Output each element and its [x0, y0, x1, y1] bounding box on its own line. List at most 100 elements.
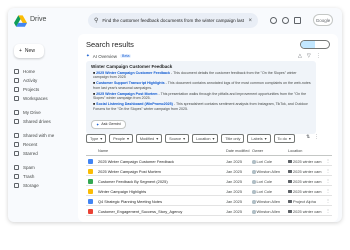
file-location: 2025 winter cam	[288, 209, 322, 214]
sidebar-item-my-drive[interactable]: My Drive	[14, 108, 41, 116]
more-icon[interactable]: ⋮	[326, 188, 330, 193]
filter-chip-modified[interactable]: Modified ▾	[135, 134, 163, 143]
doc-icon: ■	[93, 71, 96, 75]
sidebar-item-activity[interactable]: Activity	[14, 76, 37, 84]
folder-icon	[288, 160, 292, 164]
filter-chip-to-do[interactable]: To do ▾	[273, 134, 295, 143]
account-button[interactable]: Google	[313, 14, 333, 26]
column-owner[interactable]: Owner	[252, 149, 263, 153]
new-button[interactable]: + New	[14, 44, 44, 58]
table-row[interactable]: Customer_Engagement_Success_Story_Agency…	[86, 206, 332, 216]
filter-chip-people[interactable]: People ▾	[109, 134, 133, 143]
view-toggle[interactable]	[300, 40, 330, 49]
more-icon[interactable]: ⋮	[316, 53, 321, 59]
thumbs-down-icon[interactable]: ▽	[307, 53, 311, 59]
file-location: 2025 winter cam	[288, 179, 322, 184]
summary-doc-link[interactable]: Social Listening Dashboard (WinPromo2025…	[96, 102, 173, 106]
ask-gemini-button[interactable]: ✦ Ask Gemini	[91, 119, 126, 129]
more-icon[interactable]: ⋮	[326, 208, 330, 213]
new-label: New	[24, 48, 35, 54]
chevron-down-icon: ▾	[212, 137, 215, 141]
search-bar[interactable]: ⚲ Find the customer feedback documents f…	[88, 13, 258, 28]
filter-chip-location[interactable]: Location ▾	[192, 134, 219, 143]
chevron-down-icon: ▾	[264, 137, 267, 141]
column-date-modified[interactable]: Date modified	[226, 149, 249, 153]
summary-doc-link[interactable]: 2025 Winter Campaign Customer Feedback	[96, 71, 170, 75]
close-icon[interactable]: ×	[248, 18, 252, 24]
file-owner: Winston Allen	[252, 199, 280, 204]
table-header: Name Date modified Owner Location	[86, 148, 332, 156]
sidebar-item-spam[interactable]: Spam	[14, 163, 35, 171]
cloud-icon	[14, 182, 19, 188]
filter-chip-labels[interactable]: Labels ▾	[247, 134, 271, 143]
file-icon	[88, 188, 93, 194]
my-drive-icon	[14, 109, 19, 115]
doc-icon: ■	[93, 102, 96, 107]
folder-icon	[288, 170, 292, 174]
file-icon	[88, 198, 93, 204]
file-location: 2025 winter cam	[288, 169, 322, 174]
sidebar-item-starred[interactable]: Starred	[14, 149, 38, 157]
summary-item: ■Social Listening Dashboard (WinPromo202…	[93, 102, 308, 111]
thumbs-up-icon[interactable]: △	[298, 53, 302, 59]
sidebar-item-projects[interactable]: Projects	[14, 85, 39, 93]
file-owner: Winston Allen	[252, 209, 280, 214]
shared-icon	[14, 132, 19, 138]
file-date: Jan 2025	[226, 169, 243, 174]
table-row[interactable]: 2025 Winter Campaign Post Mortem Jan 202…	[86, 166, 332, 176]
sidebar-item-storage[interactable]: Storage	[14, 181, 39, 189]
more-icon[interactable]: ⋮	[326, 158, 330, 163]
sidebar-item-shared-with-me[interactable]: Shared with me	[14, 131, 54, 139]
sidebar-item-shared-drives[interactable]: Shared drives	[14, 117, 51, 125]
column-location[interactable]: Location	[288, 149, 302, 153]
file-icon	[88, 168, 93, 174]
file-location: 2025 winter cam	[288, 159, 322, 164]
apps-icon[interactable]	[294, 17, 301, 24]
avatar	[252, 170, 256, 174]
summary-doc-link[interactable]: Customer Support Transcript Highlights	[96, 81, 165, 85]
sort-icon[interactable]: ⇅	[306, 134, 310, 140]
folder-icon	[288, 180, 292, 184]
folder-icon	[288, 210, 292, 214]
filter-chip-source[interactable]: Source ▾	[165, 134, 190, 143]
sidebar-item-trash[interactable]: Trash	[14, 172, 34, 180]
search-results-panel: Search results ✦ AI Overview Beta △ ▽ ⋮ …	[78, 34, 338, 222]
file-name: Winter Campaign Highlights	[98, 189, 147, 194]
more-icon[interactable]: ⋮	[314, 134, 319, 140]
column-name[interactable]: Name	[98, 149, 108, 153]
sidebar-item-workspaces[interactable]: Workspaces	[14, 94, 48, 102]
filter-chip-title-only[interactable]: Title only	[221, 134, 245, 143]
sidebar-item-recent[interactable]: Recent	[14, 140, 37, 148]
projects-icon	[14, 86, 19, 92]
file-name: Q4 Strategic Planning Meeting Notes	[98, 199, 163, 204]
file-date: Jan 2025	[226, 209, 243, 214]
trash-icon	[14, 173, 19, 179]
avatar	[252, 200, 256, 204]
more-icon[interactable]: ⋮	[326, 168, 330, 173]
table-row[interactable]: 2025 Winter Campaign Customer Feedback J…	[86, 156, 332, 166]
help-icon[interactable]	[270, 17, 277, 24]
sidebar-item-home[interactable]: Home	[14, 67, 35, 75]
google-label: Google	[315, 17, 331, 23]
search-input[interactable]: Find the customer feedback documents fro…	[102, 18, 244, 23]
grid-view-icon[interactable]	[315, 41, 329, 48]
ai-overview-label: AI Overview	[92, 53, 118, 59]
table-row[interactable]: Customer Feedback By Segment (2025) Jan …	[86, 176, 332, 186]
more-icon[interactable]: ⋮	[326, 198, 330, 203]
table-row[interactable]: Q4 Strategic Planning Meeting Notes Jan …	[86, 196, 332, 206]
list-view-icon[interactable]	[301, 41, 315, 48]
avatar	[252, 160, 256, 164]
ai-overview-header: ✦ AI Overview Beta	[86, 53, 132, 59]
table-row[interactable]: Winter Campaign Highlights Jan 2025 Lori…	[86, 186, 332, 196]
clock-icon	[14, 141, 19, 147]
filter-chip-type[interactable]: Type ▾	[86, 134, 107, 143]
activity-icon	[14, 77, 19, 83]
sparkle-icon: ✦	[86, 53, 90, 58]
avatar	[252, 190, 256, 194]
chevron-down-icon: ▾	[100, 137, 103, 141]
more-icon[interactable]: ⋮	[326, 178, 330, 183]
file-date: Jan 2025	[226, 179, 243, 184]
file-date: Jan 2025	[226, 159, 243, 164]
summary-doc-link[interactable]: 2025 Winter Campaign Post Mortem	[96, 92, 157, 96]
settings-icon[interactable]	[282, 17, 289, 24]
